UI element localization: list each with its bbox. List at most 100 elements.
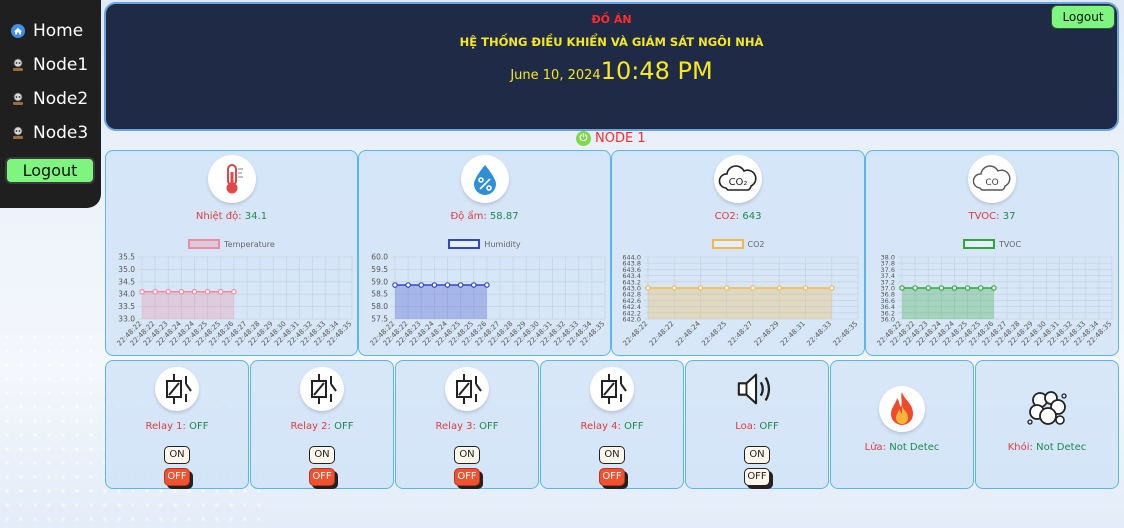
chart-legend: CO2: [612, 239, 864, 249]
data-point: [178, 288, 185, 295]
relay-label: Relay 1:: [145, 421, 186, 432]
node-icon: [10, 125, 26, 141]
smoke-sensor-card: Khói: Not Detec: [975, 360, 1119, 489]
data-point: [925, 285, 932, 291]
humidity-drop-icon: [460, 155, 509, 203]
relay-label: Relay 3:: [435, 421, 476, 432]
relay-off-button[interactable]: OFF: [309, 468, 335, 486]
sidebar-item-home[interactable]: Home: [0, 14, 101, 48]
sensor-reading: CO2: 643: [612, 211, 864, 222]
y-tick-label: 36.0: [881, 316, 895, 324]
data-point: [964, 285, 971, 291]
sensor-label: Độ ẩm:: [450, 211, 487, 222]
co2-cloud-icon: CO₂: [714, 155, 762, 203]
speaker-on-button[interactable]: ON: [744, 446, 770, 464]
data-point: [152, 288, 158, 295]
y-tick-label: 60.0: [371, 253, 388, 262]
sensor-card-co2: CO₂ CO2: 643 CO2 644.0 643.8 643.6 643.4 643…: [611, 150, 865, 356]
data-point: [191, 288, 198, 295]
speaker-label: Loa:: [735, 421, 757, 432]
relay-card-4: Relay 4: OFF ON OFF: [540, 360, 684, 489]
data-point: [444, 282, 451, 288]
relay-status: Relay 4: OFF: [541, 421, 683, 432]
data-point: [470, 282, 477, 288]
tvoc-chart: 38.037.837.637.437.237.036.836.636.436.2…: [876, 254, 1114, 348]
sensor-label: Nhiệt độ:: [195, 211, 242, 222]
data-point: [899, 285, 905, 291]
relay-on-button[interactable]: ON: [454, 446, 480, 464]
smoke-state: Not Detec: [1036, 442, 1087, 453]
relay-on-button[interactable]: ON: [309, 446, 335, 464]
datetime: June 10, 2024 10:48 PM: [106, 57, 1117, 85]
sensor-card-temperature: Nhiệt độ: 34.1 Temperature 35.5 35.0 34.5 3…: [105, 150, 358, 356]
relay-state: OFF: [334, 421, 354, 432]
data-point: [484, 282, 490, 288]
sensor-label: CO2:: [714, 211, 740, 222]
legend-label: TVOC: [998, 239, 1022, 249]
fire-label: Lửa:: [864, 442, 887, 453]
x-tick-label: 22:48:27: [727, 320, 755, 348]
relay-off-button[interactable]: OFF: [454, 468, 480, 486]
x-tick-label: 22:48:31: [779, 320, 807, 348]
y-tick-label: 33.5: [118, 302, 135, 311]
data-point: [204, 288, 211, 295]
data-point: [645, 285, 651, 291]
humidity-chart: 60.059.559.058.558.057.522:48:2222:48:22…: [369, 253, 607, 348]
sidebar-item-node1[interactable]: Node1: [0, 48, 101, 82]
data-point: [938, 285, 945, 291]
sensor-reading: TVOC: 37: [866, 211, 1118, 222]
sidebar-item-node3[interactable]: Node3: [0, 116, 101, 150]
sidebar-item-label: Node1: [33, 55, 89, 75]
legend-swatch: [711, 239, 744, 249]
node-icon: [10, 91, 26, 107]
y-tick-label: 34.5: [118, 277, 135, 286]
sensor-value: 37: [1002, 211, 1016, 222]
fire-sensor-card: Lửa: Not Detec: [830, 360, 974, 489]
header-panel: ĐỒ ÁN HỆ THỐNG ĐIỀU KHIỂN VÀ GIÁM SÁT NG…: [104, 2, 1119, 131]
relay-status: Relay 3: OFF: [396, 421, 538, 432]
sensor-value: 58.87: [489, 211, 519, 222]
node-icon: [10, 57, 26, 73]
data-point: [671, 285, 678, 291]
y-tick-label: 57.5: [371, 315, 388, 324]
legend-swatch: [448, 239, 481, 249]
data-point: [431, 282, 438, 288]
sensor-value: 643: [742, 211, 762, 222]
x-tick-label: 22:48:35: [832, 320, 860, 348]
sidebar-item-node2[interactable]: Node2: [0, 82, 101, 116]
relay-on-button[interactable]: ON: [164, 446, 190, 464]
relay-off-button[interactable]: OFF: [164, 468, 190, 486]
series-area: [902, 288, 994, 319]
relay-on-button[interactable]: ON: [599, 446, 625, 464]
sensor-value: 34.1: [244, 211, 268, 222]
temperature-chart: 35.535.034.534.033.533.022:48:2222:48:22…: [116, 253, 354, 348]
data-point: [776, 285, 783, 291]
home-icon: [10, 23, 26, 39]
series-area: [142, 291, 234, 319]
node-title-text: NODE 1: [595, 131, 646, 146]
relay-off-button[interactable]: OFF: [599, 468, 625, 486]
speaker-off-button[interactable]: OFF: [744, 468, 770, 486]
legend-label: CO2: [747, 239, 765, 249]
thermometer-icon: [207, 155, 256, 203]
data-point: [231, 288, 237, 295]
speaker-icon: [735, 367, 779, 411]
header-logout-button[interactable]: Logout: [1051, 5, 1115, 29]
power-icon: ⏻: [576, 131, 591, 146]
sidebar-item-label: Node2: [33, 89, 89, 109]
x-tick-label: 22:48:25: [700, 320, 728, 348]
speaker-status: Loa: OFF: [686, 421, 828, 432]
sidebar-item-label: Node3: [33, 123, 89, 143]
relay-card-2: Relay 2: OFF ON OFF: [250, 360, 394, 489]
smoke-status: Khói: Not Detec: [976, 442, 1118, 453]
relay-icon: [155, 367, 199, 411]
y-tick-label: 59.0: [371, 277, 388, 286]
node-title: ⏻ NODE 1: [576, 131, 646, 146]
sidebar-logout-button[interactable]: Logout: [5, 157, 95, 184]
data-point: [802, 285, 809, 291]
svg-text:CO: CO: [985, 178, 998, 188]
relay-state: OFF: [624, 421, 644, 432]
relay-icon: [445, 367, 489, 411]
smoke-icon: [1024, 386, 1070, 432]
speaker-card: Loa: OFF ON OFF: [685, 360, 829, 489]
